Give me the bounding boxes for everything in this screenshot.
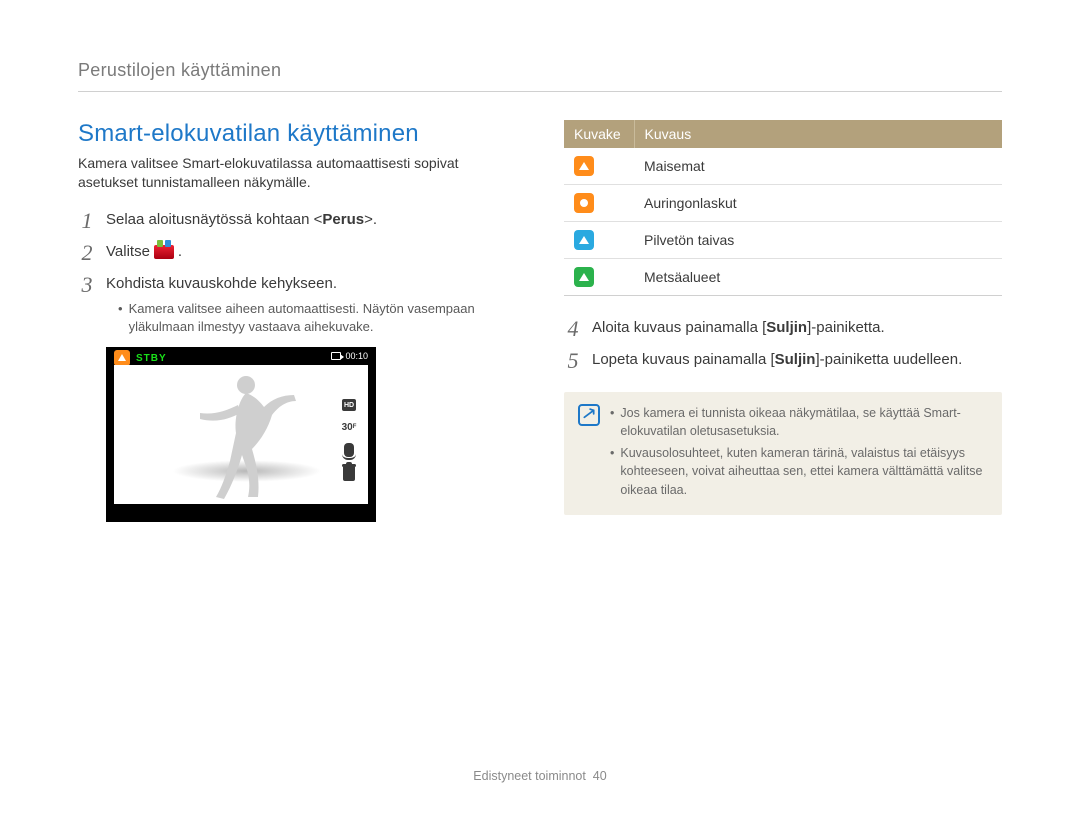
- row-label: Metsäalueet: [634, 259, 1002, 296]
- left-column: Smart-elokuvatilan käyttäminen Kamera va…: [78, 120, 516, 522]
- trash-icon: [343, 467, 355, 481]
- two-columns: Smart-elokuvatilan käyttäminen Kamera va…: [78, 120, 1002, 522]
- right-column: Kuvake Kuvaus Maisemat Auringonlaskut: [564, 120, 1002, 522]
- info-item: •Kuvausolosuhteet, kuten kameran tärinä,…: [610, 444, 988, 498]
- b: Suljin: [766, 319, 807, 336]
- t: Aloita kuvaus painamalla [: [592, 319, 766, 336]
- dancer-silhouette: [186, 371, 306, 501]
- manual-page: Perustilojen käyttäminen Smart-elokuvati…: [0, 0, 1080, 815]
- step-text-pre: Kohdista kuvauskohde kehykseen.: [106, 275, 337, 292]
- step-text: Selaa aloitusnäytössä kohtaan <Perus>.: [106, 210, 377, 230]
- camera-scene: HD 30F: [114, 365, 368, 504]
- sunset-icon: [574, 193, 594, 213]
- page-number: 40: [593, 769, 607, 783]
- stby-label: STBY: [136, 353, 167, 364]
- sky-icon: [574, 230, 594, 250]
- step-number: 5: [564, 350, 582, 372]
- note-icon: [578, 404, 600, 426]
- th-icon: Kuvake: [564, 120, 634, 148]
- step-number: 4: [564, 318, 582, 340]
- table-row: Metsäalueet: [564, 259, 1002, 296]
- step-1: 1 Selaa aloitusnäytössä kohtaan <Perus>.: [78, 210, 516, 232]
- section-intro: Kamera valitsee Smart-elokuvatilassa aut…: [78, 154, 516, 192]
- step-text: Aloita kuvaus painamalla [Suljin]-painik…: [592, 318, 885, 338]
- step-number: 2: [78, 242, 96, 264]
- step-text-post: >.: [364, 211, 377, 228]
- step-5: 5 Lopeta kuvaus painamalla [Suljin]-pain…: [564, 350, 1002, 372]
- step-text-pre: Selaa aloitusnäytössä kohtaan <: [106, 211, 322, 228]
- row-label: Maisemat: [634, 148, 1002, 185]
- record-icon: [331, 352, 341, 360]
- forest-icon: [574, 267, 594, 287]
- landscape-icon: [574, 156, 594, 176]
- info-item: •Jos kamera ei tunnista oikeaa näkymätil…: [610, 404, 988, 440]
- breadcrumb: Perustilojen käyttäminen: [78, 60, 1002, 81]
- th-desc: Kuvaus: [634, 120, 1002, 148]
- table-row: Maisemat: [564, 148, 1002, 185]
- step-text: Lopeta kuvaus painamalla [Suljin]-painik…: [592, 350, 962, 370]
- fps-icon: 30F: [342, 421, 356, 433]
- scene-landscape-icon: [114, 350, 130, 366]
- steps-left: 1 Selaa aloitusnäytössä kohtaan <Perus>.…: [78, 210, 516, 335]
- t: Lopeta kuvaus painamalla [: [592, 351, 775, 368]
- b: Suljin: [775, 351, 816, 368]
- steps-right: 4 Aloita kuvaus painamalla [Suljin]-pain…: [564, 318, 1002, 372]
- record-time: 00:10: [345, 351, 368, 361]
- hd-icon: HD: [342, 399, 356, 411]
- camera-preview: STBY 00:10 HD: [106, 347, 376, 522]
- step-text-pre: Valitse: [106, 242, 150, 262]
- info-text: Jos kamera ei tunnista oikeaa näkymätila…: [620, 404, 988, 440]
- step-text: Valitse .: [106, 242, 182, 262]
- bullet-dot: •: [118, 300, 123, 335]
- smart-mode-icon: [154, 245, 174, 259]
- sub-bullet: • Kamera valitsee aiheen automaattisesti…: [118, 300, 516, 335]
- step-4: 4 Aloita kuvaus painamalla [Suljin]-pain…: [564, 318, 1002, 340]
- step-3: 3 Kohdista kuvauskohde kehykseen. • Kame…: [78, 274, 516, 335]
- divider: [78, 91, 1002, 92]
- t2: ]-painiketta.: [807, 319, 885, 336]
- sub-bullet-text: Kamera valitsee aiheen automaattisesti. …: [129, 300, 516, 335]
- step-number: 1: [78, 210, 96, 232]
- step-2: 2 Valitse .: [78, 242, 516, 264]
- step-text-post: .: [178, 242, 182, 262]
- step-number: 3: [78, 274, 96, 296]
- section-title: Smart-elokuvatilan käyttäminen: [78, 120, 516, 148]
- info-box: •Jos kamera ei tunnista oikeaa näkymätil…: [564, 392, 1002, 515]
- footer-section: Edistyneet toiminnot: [473, 769, 586, 783]
- table-row: Pilvetön taivas: [564, 222, 1002, 259]
- step-text: Kohdista kuvauskohde kehykseen. • Kamera…: [106, 274, 516, 335]
- step-text-bold: Perus: [322, 211, 364, 228]
- info-text: Kuvausolosuhteet, kuten kameran tärinä, …: [620, 444, 988, 498]
- row-label: Pilvetön taivas: [634, 222, 1002, 259]
- t2: ]-painiketta uudelleen.: [815, 351, 962, 368]
- page-footer: Edistyneet toiminnot 40: [0, 769, 1080, 783]
- scene-icon-table: Kuvake Kuvaus Maisemat Auringonlaskut: [564, 120, 1002, 296]
- microphone-icon: [344, 443, 354, 457]
- table-row: Auringonlaskut: [564, 185, 1002, 222]
- row-label: Auringonlaskut: [634, 185, 1002, 222]
